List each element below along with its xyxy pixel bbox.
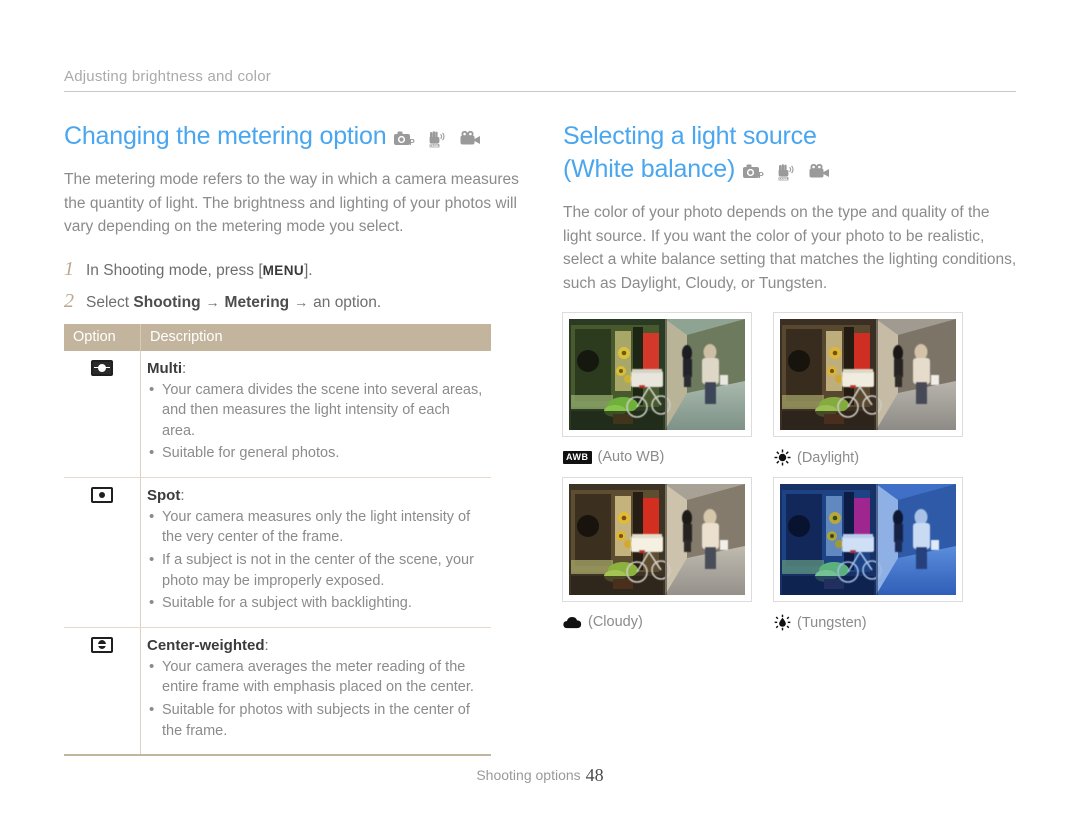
page-title-metering-text: Changing the metering option: [64, 122, 387, 150]
auto-wb-badge: AWB: [563, 450, 592, 464]
wb-caption-text: (Daylight): [797, 449, 860, 466]
wb-sample-auto: AWB (Auto WB): [563, 313, 751, 466]
page-title-wb-line1: Selecting a light source: [563, 122, 817, 150]
wb-thumbnail-daylight: [774, 313, 962, 437]
option-bullet-list: Your camera divides the scene into sever…: [147, 379, 485, 464]
step-1-number: 1: [64, 257, 74, 280]
wb-caption-text: (Tungsten): [797, 614, 867, 631]
option-title: Multi:: [147, 359, 187, 377]
table-row: Center-weighted: Your camera averages th…: [64, 627, 491, 757]
dual-is-mode-icon: DUAL: [428, 130, 448, 148]
option-description-cell: Spot: Your camera measures only the ligh…: [140, 477, 491, 628]
wb-caption-auto: AWB (Auto WB): [563, 449, 751, 465]
mode-icon-group-right: P DUAL: [743, 155, 836, 188]
column-header-description: Description: [140, 323, 491, 351]
path-arrow-1: →: [205, 294, 220, 311]
mode-icon-group-left: P DUAL: [394, 122, 487, 155]
program-mode-icon: P: [743, 163, 765, 181]
option-description-cell: Center-weighted: Your camera averages th…: [140, 627, 491, 757]
auto-wb-icon: AWB: [563, 450, 592, 464]
page-title-white-balance: Selecting a light source (White balance)…: [563, 120, 1018, 188]
wb-sample-cloudy: (Cloudy): [563, 478, 751, 631]
option-bullet: Your camera divides the scene into sever…: [147, 379, 485, 442]
metering-steps: 1 In Shooting mode, press [MENU]. 2 Sele…: [64, 259, 519, 315]
option-icon-cell: [64, 477, 141, 628]
menu-path-shooting: Shooting: [133, 294, 201, 312]
option-description-cell: Multi: Your camera divides the scene int…: [140, 350, 491, 478]
running-head: Adjusting brightness and color: [64, 68, 1016, 92]
option-icon-cell: [64, 627, 141, 757]
white-balance-intro-text: The color of your photo depends on the t…: [563, 204, 1017, 292]
left-column: Changing the metering option P DUAL The …: [64, 120, 519, 757]
option-bullet-list: Your camera averages the meter reading o…: [147, 656, 485, 741]
running-head-rule: [64, 91, 1016, 92]
option-bullet: Your camera measures only the light inte…: [147, 506, 485, 548]
wb-sample-row: (Cloudy) (Tungsten): [563, 478, 1003, 631]
path-arrow-2: →: [294, 294, 309, 311]
cloudy-icon: [563, 615, 582, 630]
center-weighted-metering-icon: [91, 636, 113, 653]
option-title: Center-weighted:: [147, 636, 269, 654]
column-header-option: Option: [64, 323, 141, 351]
page-footer: Shooting options 48: [0, 765, 1080, 786]
page-title-metering: Changing the metering option P DUAL: [64, 120, 519, 155]
menu-path-metering: Metering: [224, 294, 290, 312]
option-bullet: Your camera averages the meter reading o…: [147, 656, 485, 698]
running-head-text: Adjusting brightness and color: [64, 68, 271, 85]
option-bullet: Suitable for photos with subjects in the…: [147, 699, 485, 741]
multi-metering-icon: [91, 359, 113, 376]
svg-text:P: P: [410, 138, 416, 147]
step-2: 2 Select Shooting → Metering → an option.: [64, 291, 519, 314]
option-title-text: Spot: [147, 486, 181, 504]
option-title-text: Multi: [147, 359, 182, 377]
table-row: Multi: Your camera divides the scene int…: [64, 350, 491, 478]
wb-thumbnail-cloudy: [563, 478, 751, 602]
option-title: Spot:: [147, 486, 185, 504]
footer-label: Shooting options: [476, 767, 581, 783]
step-2-number: 2: [64, 290, 74, 313]
wb-thumbnail-tungsten: [774, 478, 962, 602]
table-header-row: Option Description: [64, 323, 491, 351]
option-bullet-list: Your camera measures only the light inte…: [147, 506, 485, 614]
wb-thumbnail-auto: [563, 313, 751, 437]
option-icon-cell: [64, 350, 141, 478]
movie-mode-icon: [809, 163, 831, 181]
wb-sample-tungsten: (Tungsten): [774, 478, 962, 631]
step-2-prefix: Select: [86, 294, 134, 312]
option-bullet: If a subject is not in the center of the…: [147, 549, 485, 591]
step-2-suffix: an option.: [313, 294, 382, 312]
option-bullet: Suitable for general photos.: [147, 442, 485, 464]
tungsten-icon: [774, 614, 791, 631]
movie-mode-icon: [460, 130, 482, 148]
step-1: 1 In Shooting mode, press [MENU].: [64, 259, 519, 282]
option-bullet: Suitable for a subject with backlighting…: [147, 592, 485, 614]
wb-caption-text: (Cloudy): [588, 614, 643, 631]
page-title-wb-line2: (White balance): [563, 155, 736, 183]
svg-text:P: P: [758, 171, 764, 180]
wb-caption-text: (Auto WB): [597, 449, 665, 466]
program-mode-icon: P: [394, 130, 416, 148]
table-row: Spot: Your camera measures only the ligh…: [64, 477, 491, 628]
metering-intro-text: The metering mode refers to the way in w…: [64, 171, 519, 236]
step-2-text: Select Shooting → Metering → an option.: [86, 292, 381, 314]
dual-is-mode-icon: DUAL: [777, 163, 797, 181]
option-title-text: Center-weighted: [147, 636, 265, 654]
right-column: Selecting a light source (White balance)…: [563, 120, 1018, 643]
wb-caption-tungsten: (Tungsten): [774, 614, 962, 631]
step-1-text: In Shooting mode, press [MENU].: [86, 260, 313, 282]
spot-metering-icon: [91, 486, 113, 503]
svg-text:DUAL: DUAL: [430, 144, 439, 148]
page-number: 48: [585, 765, 604, 785]
menu-key-label: MENU: [262, 262, 304, 278]
wb-sample-row: AWB (Auto WB) (Daylight): [563, 313, 1003, 466]
wb-caption-cloudy: (Cloudy): [563, 614, 751, 630]
wb-caption-daylight: (Daylight): [774, 449, 962, 466]
step-1-prefix: In Shooting mode, press [: [86, 261, 263, 279]
daylight-icon: [774, 449, 791, 466]
metering-option-table: Option Description Multi: Your camera di…: [64, 323, 491, 757]
svg-text:DUAL: DUAL: [779, 177, 788, 181]
white-balance-sample-grid: AWB (Auto WB) (Daylight) (Cloudy) (Tungs…: [563, 313, 1003, 631]
step-1-suffix: ].: [304, 261, 313, 279]
wb-sample-daylight: (Daylight): [774, 313, 962, 466]
